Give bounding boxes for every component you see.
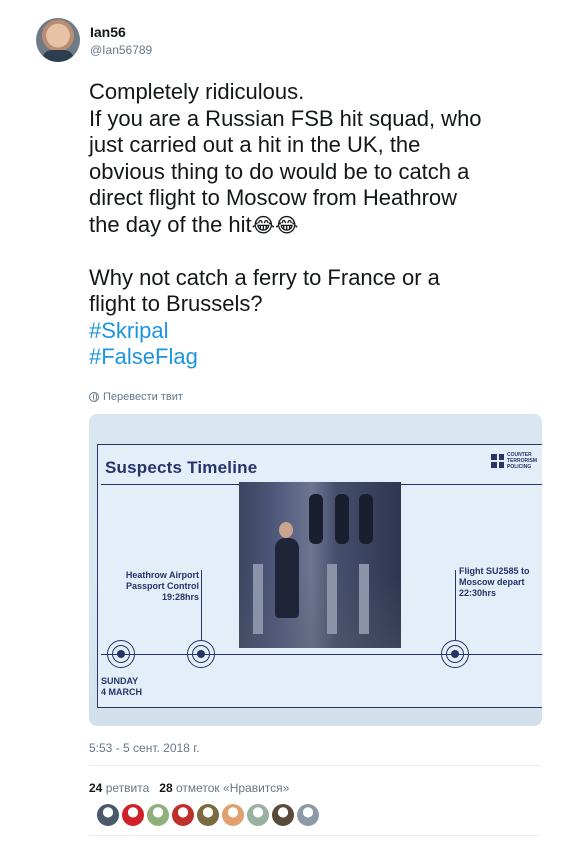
divider [89, 765, 540, 766]
tweet-media-image[interactable]: Suspects Timeline COUNTER TERRORISM POLI… [89, 414, 542, 726]
timeline-dot-sunday [107, 640, 135, 668]
tweet-line: direct flight to Moscow from Heathrow [89, 185, 458, 210]
laughing-emoji-icon: 😂😂 [251, 212, 299, 237]
divider [89, 835, 540, 836]
suspect-figure [275, 538, 299, 618]
tweet-line: Why not catch a ferry to France or a [89, 264, 440, 290]
background-person [309, 494, 323, 544]
retweets-stat[interactable]: 24 ретвита [89, 781, 149, 795]
tweet-line: the day of the hit [89, 211, 252, 237]
liker-avatar-7[interactable] [247, 804, 269, 826]
ctp-logo-text: COUNTER TERRORISM POLICING [507, 452, 537, 470]
translate-label: Перевести твит [103, 391, 183, 403]
ctp-logo-icon [491, 454, 505, 468]
counter-terrorism-policing-logo: COUNTER TERRORISM POLICING [491, 450, 537, 472]
author-display-name[interactable]: Ian56 [90, 24, 126, 40]
tweet-timestamp[interactable]: 5:53 - 5 сент. 2018 г. [89, 741, 199, 755]
timeline-dot-flight [441, 640, 469, 668]
heathrow-label: Heathrow Airport Passport Control 19:28h… [125, 570, 199, 602]
tweet-line-with-emoji: the day of the hit😂😂 [89, 212, 559, 239]
liker-avatar-9[interactable] [297, 804, 319, 826]
liker-avatars [97, 804, 319, 826]
tweet-line: If you are a Russian FSB hit squad, who [89, 105, 482, 131]
author-handle[interactable]: @Ian56789 [90, 43, 152, 57]
suspect-head [279, 522, 293, 538]
tweet-line: Completely ridiculous. [89, 79, 305, 104]
liker-avatar-5[interactable] [197, 804, 219, 826]
tweet-stats: 24 ретвита 28 отметок «Нравится» [89, 781, 289, 795]
hashtag-skripal-link[interactable]: #Skripal [89, 318, 559, 345]
tweet-text: Completely ridiculous. If you are a Russ… [89, 79, 559, 371]
slide-title: Suspects Timeline [105, 458, 258, 477]
flight-label: Flight SU2585 to Moscow depart 22:30hrs [459, 566, 530, 598]
liker-avatar-6[interactable] [222, 804, 244, 826]
timeline-tick [201, 570, 202, 640]
liker-avatar-4[interactable] [172, 804, 194, 826]
timeline-dot-heathrow [187, 640, 215, 668]
liker-avatar-3[interactable] [147, 804, 169, 826]
gate [253, 564, 263, 634]
likes-stat[interactable]: 28 отметок «Нравится» [159, 781, 289, 795]
globe-icon [89, 392, 99, 402]
date-label: SUNDAY 4 MARCH [101, 676, 143, 697]
timeline-line [101, 654, 542, 655]
cctv-photo [239, 482, 401, 648]
timeline-tick [455, 570, 456, 640]
gate [327, 564, 337, 634]
background-person [335, 494, 349, 544]
author-avatar[interactable] [36, 18, 80, 62]
translate-tweet-link[interactable]: Перевести твит [89, 391, 183, 403]
liker-avatar-8[interactable] [272, 804, 294, 826]
liker-avatar-1[interactable] [97, 804, 119, 826]
background-person [359, 494, 373, 544]
tweet-line: just carried out a hit in the UK, the [89, 132, 421, 157]
liker-avatar-2[interactable] [122, 804, 144, 826]
tweet-line: obvious thing to do would be to catch a [89, 158, 470, 184]
tweet-line: flight to Brussels? [89, 291, 263, 316]
hashtag-falseflag-link[interactable]: #FalseFlag [89, 344, 559, 371]
gate [359, 564, 369, 634]
